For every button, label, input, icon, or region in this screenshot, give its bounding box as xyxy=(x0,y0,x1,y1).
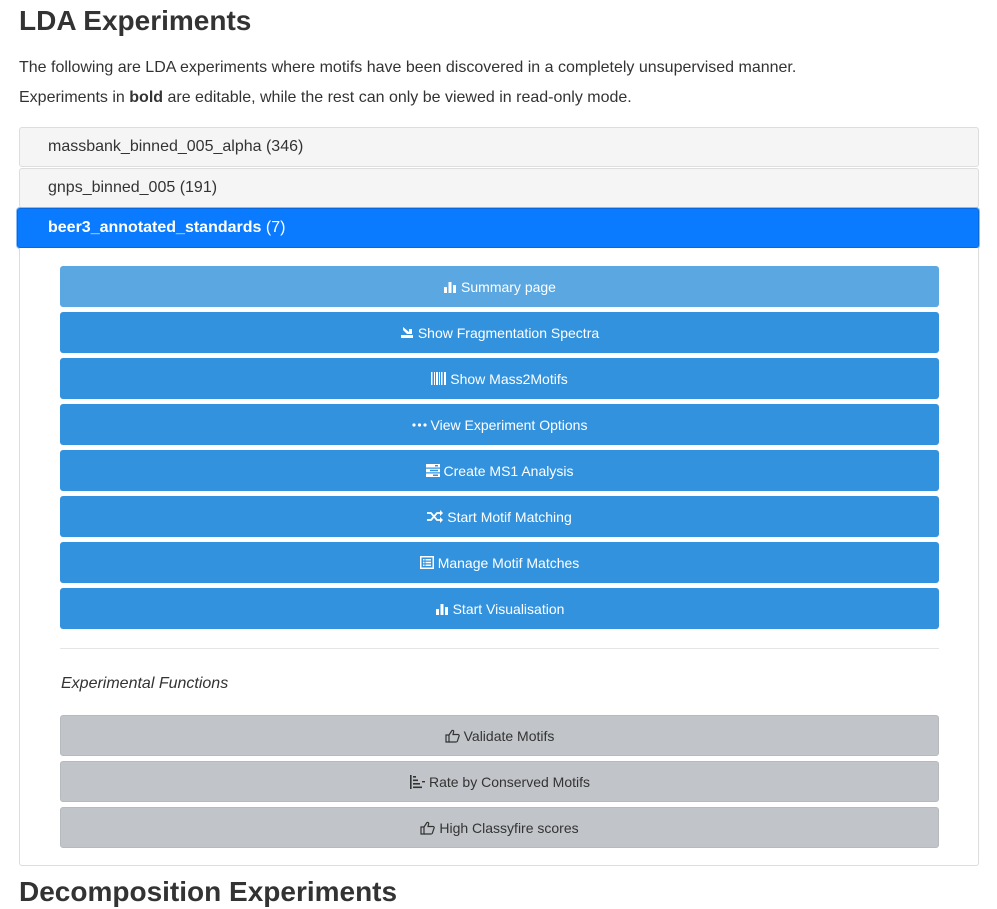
experiment-count: (7) xyxy=(265,219,286,236)
show-mass2motifs-label: Show Mass2Motifs xyxy=(450,370,568,387)
bar-chart-icon xyxy=(443,281,457,293)
view-experiment-options-label: View Experiment Options xyxy=(430,416,588,433)
experiment-count: (191) xyxy=(179,179,218,196)
decomposition-experiments-heading: Decomposition Experiments xyxy=(19,876,398,907)
description-line-2: Experiments in bold are editable, while … xyxy=(19,88,632,108)
show-fragmentation-spectra-label: Show Fragmentation Spectra xyxy=(417,324,600,341)
manage-motif-matches-button[interactable]: Manage Motif Matches xyxy=(60,542,939,583)
show-mass2motifs-button[interactable]: Show Mass2Motifs xyxy=(60,358,939,399)
experiment-panel-body: Summary page Show Fragmentation Spectra … xyxy=(19,248,979,866)
experiment-header-beer3[interactable]: beer3_annotated_standards (7) xyxy=(17,208,979,248)
description-line-1: The following are LDA experiments where … xyxy=(19,59,797,76)
thumbs-up-icon xyxy=(420,821,436,835)
summary-page-button[interactable]: Summary page xyxy=(60,266,939,307)
list-alt-icon xyxy=(419,556,434,569)
experiment-count: (346) xyxy=(265,138,304,155)
tasks-icon xyxy=(425,464,440,477)
create-ms1-analysis-label: Create MS1 Analysis xyxy=(443,462,574,479)
description-text: Experiments in xyxy=(19,89,130,106)
sort-amount-icon xyxy=(409,774,425,789)
experimental-functions-label: Experimental Functions xyxy=(61,675,229,692)
experiment-header-massbank[interactable]: massbank_binned_005_alpha (346) xyxy=(19,127,979,167)
page-title: LDA Experiments xyxy=(19,5,252,36)
show-fragmentation-spectra-button[interactable]: Show Fragmentation Spectra xyxy=(60,312,939,353)
validate-motifs-label: Validate Motifs xyxy=(463,727,555,744)
description-bold: bold xyxy=(129,89,164,106)
create-ms1-analysis-button[interactable]: Create MS1 Analysis xyxy=(60,450,939,491)
rate-by-conserved-motifs-label: Rate by Conserved Motifs xyxy=(428,773,591,790)
rate-by-conserved-motifs-button[interactable]: Rate by Conserved Motifs xyxy=(60,761,939,802)
experiment-header-gnps[interactable]: gnps_binned_005 (191) xyxy=(19,168,979,208)
experiment-name[interactable]: massbank_binned_005_alpha xyxy=(20,138,262,155)
high-classyfire-scores-label: High Classyfire scores xyxy=(439,819,579,836)
start-motif-matching-button[interactable]: Start Motif Matching xyxy=(60,496,939,537)
start-visualisation-button[interactable]: Start Visualisation xyxy=(60,588,939,629)
ellipsis-icon xyxy=(411,422,427,428)
description-text: are editable, while the rest can only be… xyxy=(163,89,632,106)
bar-chart-icon xyxy=(435,603,449,615)
thumbs-up-icon xyxy=(445,729,460,743)
high-classyfire-scores-button[interactable]: High Classyfire scores xyxy=(60,807,939,848)
view-experiment-options-button[interactable]: View Experiment Options xyxy=(60,404,939,445)
summary-page-label: Summary page xyxy=(461,278,556,295)
manage-motif-matches-label: Manage Motif Matches xyxy=(437,554,580,571)
start-motif-matching-label: Start Motif Matching xyxy=(447,508,572,525)
validate-motifs-button[interactable]: Validate Motifs xyxy=(60,715,939,756)
experiment-name[interactable]: beer3_annotated_standards xyxy=(18,219,261,236)
experiment-name[interactable]: gnps_binned_005 xyxy=(20,179,175,196)
section-divider xyxy=(60,648,939,649)
barcode-icon xyxy=(431,372,447,385)
import-icon xyxy=(400,326,414,339)
random-icon xyxy=(427,510,444,523)
start-visualisation-label: Start Visualisation xyxy=(452,600,565,617)
